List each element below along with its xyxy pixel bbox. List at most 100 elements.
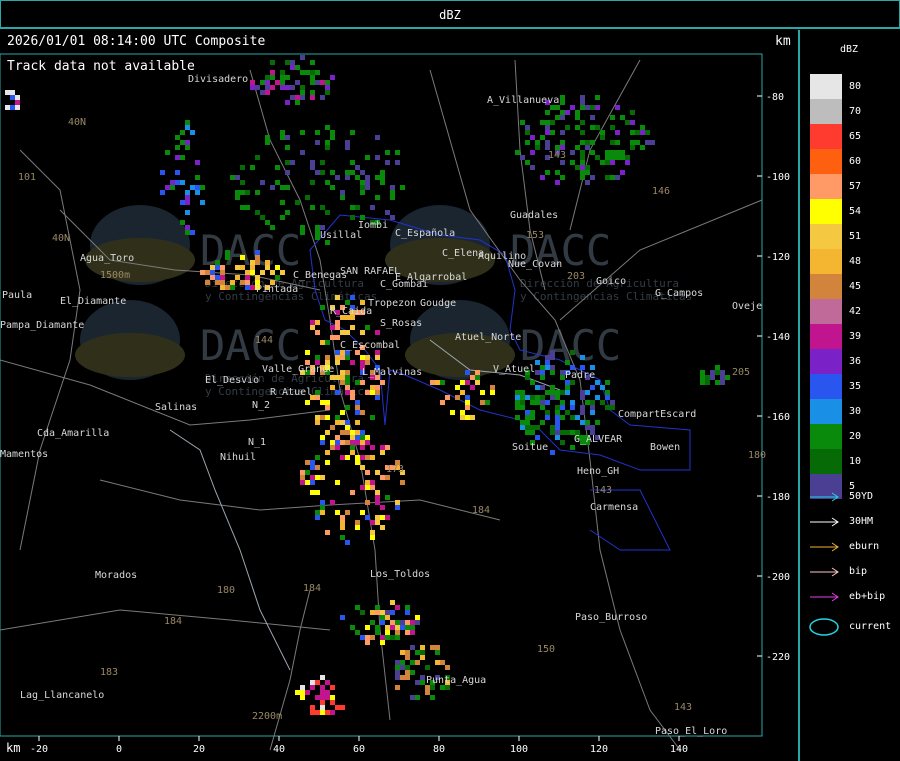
- echo-cell: [250, 165, 255, 170]
- echo-cell: [365, 515, 370, 520]
- echo-cell: [180, 220, 185, 225]
- radar-map[interactable]: DACC Dirección de Agricultura y Continge…: [0, 30, 798, 761]
- echo-cell: [300, 130, 305, 135]
- echo-cell: [335, 705, 340, 710]
- echo-cell: [465, 405, 470, 410]
- echo-cell: [350, 445, 355, 450]
- echo-cell: [315, 680, 320, 685]
- echo-cell: [360, 380, 365, 385]
- echo-cell: [350, 395, 355, 400]
- echo-cell: [185, 225, 190, 230]
- place-label-usillal: Usillal: [320, 230, 362, 241]
- place-label-g-alvear: G_ALVEAR: [574, 434, 623, 445]
- echo-cell: [350, 430, 355, 435]
- echo-cell: [400, 625, 405, 630]
- echo-cell: [195, 160, 200, 165]
- echo-cell: [515, 415, 520, 420]
- echo-cell: [515, 400, 520, 405]
- echo-cell: [380, 505, 385, 510]
- echo-cell: [700, 375, 705, 380]
- place-label-paso-burroso: Paso_Burroso: [575, 612, 647, 623]
- echo-cell: [295, 65, 300, 70]
- echo-cell: [185, 230, 190, 235]
- echo-cell: [575, 110, 580, 115]
- echo-cell: [355, 525, 360, 530]
- route-label-4: 143: [548, 150, 566, 161]
- echo-cell: [355, 175, 360, 180]
- echo-cell: [285, 170, 290, 175]
- echo-cell: [330, 130, 335, 135]
- echo-cell: [375, 135, 380, 140]
- echo-cell: [540, 175, 545, 180]
- echo-cell: [555, 425, 560, 430]
- echo-cell: [485, 400, 490, 405]
- echo-cell: [310, 160, 315, 165]
- echo-cell: [545, 130, 550, 135]
- echo-cell: [580, 120, 585, 125]
- echo-cell: [305, 690, 310, 695]
- place-label-paso-el-loro: Paso_El_Loro: [655, 726, 727, 737]
- current-ellipse-icon: [809, 618, 839, 636]
- echo-cell: [175, 145, 180, 150]
- echo-cell: [340, 440, 345, 445]
- echo-cell: [160, 190, 165, 195]
- echo-cell: [375, 175, 380, 180]
- echo-cell: [610, 405, 615, 410]
- echo-cell: [585, 390, 590, 395]
- echo-cell: [555, 390, 560, 395]
- echo-cell: [315, 130, 320, 135]
- legend-label-45: 45: [849, 281, 862, 292]
- echo-cell: [620, 150, 625, 155]
- echo-cell: [335, 325, 340, 330]
- echo-cell: [395, 670, 400, 675]
- echo-cell: [315, 330, 320, 335]
- echo-cell: [350, 205, 355, 210]
- echo-cell: [320, 80, 325, 85]
- echo-cell: [625, 120, 630, 125]
- radar-map-panel[interactable]: DACC Dirección de Agricultura y Continge…: [0, 30, 800, 761]
- echo-cell: [475, 375, 480, 380]
- echo-cell: [265, 85, 270, 90]
- echo-cell: [345, 380, 350, 385]
- echo-cell: [320, 340, 325, 345]
- echo-cell: [360, 430, 365, 435]
- echo-cell: [205, 270, 210, 275]
- echo-cell: [220, 265, 225, 270]
- echo-cell: [335, 175, 340, 180]
- echo-cell: [590, 405, 595, 410]
- echo-cell: [285, 100, 290, 105]
- echo-cell: [310, 165, 315, 170]
- echo-cell: [10, 90, 15, 95]
- echo-cell: [320, 160, 325, 165]
- echo-cell: [230, 285, 235, 290]
- echo-cell: [325, 450, 330, 455]
- echo-cell: [400, 650, 405, 655]
- echo-cell: [335, 360, 340, 365]
- echo-cell: [710, 375, 715, 380]
- echo-cell: [340, 705, 345, 710]
- echo-cell: [300, 690, 305, 695]
- echo-cell: [410, 670, 415, 675]
- legend-title: dBZ: [840, 44, 859, 55]
- echo-cell: [545, 170, 550, 175]
- top-unit-label: km: [775, 34, 791, 49]
- echo-cell: [570, 400, 575, 405]
- echo-cell: [350, 450, 355, 455]
- echo-cell: [325, 695, 330, 700]
- place-label-bowen: Bowen: [650, 442, 680, 453]
- echo-cell: [260, 90, 265, 95]
- echo-cell: [385, 495, 390, 500]
- echo-cell: [360, 185, 365, 190]
- echo-cell: [330, 685, 335, 690]
- echo-cell: [240, 265, 245, 270]
- echo-cell: [555, 415, 560, 420]
- track-label-50YD: 50YD: [849, 491, 874, 502]
- echo-cell: [235, 175, 240, 180]
- echo-cell: [175, 135, 180, 140]
- echo-cell: [560, 430, 565, 435]
- echo-cell: [280, 75, 285, 80]
- echo-cell: [290, 160, 295, 165]
- route-label-8: 180: [217, 585, 235, 596]
- echo-cell: [315, 140, 320, 145]
- echo-cell: [245, 205, 250, 210]
